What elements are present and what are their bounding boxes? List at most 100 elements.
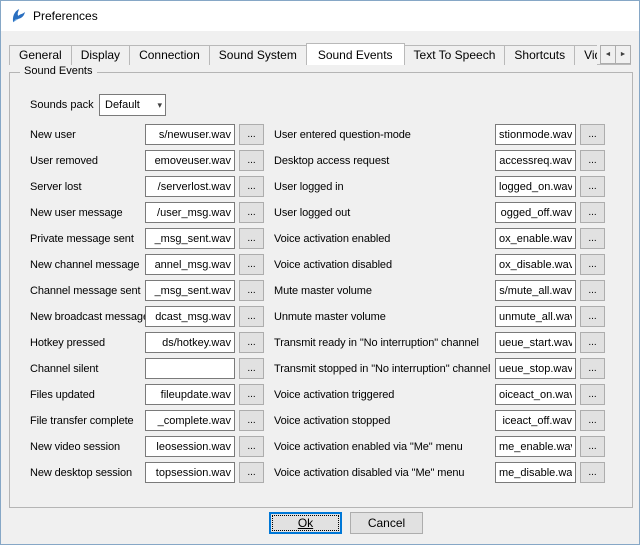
event-sound-input[interactable]	[495, 436, 576, 457]
event-sound-input[interactable]	[495, 150, 576, 171]
browse-button[interactable]: ...	[239, 176, 264, 197]
browse-button[interactable]: ...	[239, 202, 264, 223]
event-sound-input[interactable]	[495, 306, 576, 327]
browse-button[interactable]: ...	[580, 176, 605, 197]
event-sound-input[interactable]	[145, 358, 235, 379]
event-sound-input[interactable]	[495, 384, 576, 405]
tab-general[interactable]: General	[9, 45, 72, 65]
event-sound-input[interactable]	[145, 384, 235, 405]
tab-scroll-right-button[interactable]: ►	[615, 45, 631, 64]
event-row: Voice activation enabled...	[274, 228, 605, 249]
event-sound-input[interactable]	[495, 332, 576, 353]
browse-button[interactable]: ...	[580, 436, 605, 457]
browse-button[interactable]: ...	[239, 436, 264, 457]
event-label: New video session	[30, 441, 145, 453]
browse-button[interactable]: ...	[239, 332, 264, 353]
browse-button[interactable]: ...	[580, 306, 605, 327]
event-sound-input[interactable]	[145, 436, 235, 457]
tab-display[interactable]: Display	[71, 45, 130, 65]
browse-button[interactable]: ...	[580, 358, 605, 379]
event-label: Files updated	[30, 389, 145, 401]
tab-sound-system[interactable]: Sound System	[209, 45, 307, 65]
browse-button[interactable]: ...	[239, 124, 264, 145]
event-label: User removed	[30, 155, 145, 167]
event-sound-input[interactable]	[145, 150, 235, 171]
browse-button[interactable]: ...	[580, 254, 605, 275]
event-row: New video session...	[30, 436, 264, 457]
tab-scroll-left-button[interactable]: ◄	[600, 45, 616, 64]
event-sound-input[interactable]	[495, 280, 576, 301]
group-title: Sound Events	[20, 65, 97, 77]
browse-button[interactable]: ...	[239, 410, 264, 431]
event-label: User logged out	[274, 207, 495, 219]
event-sound-input[interactable]	[495, 202, 576, 223]
sounds-pack-select[interactable]: Default ▾	[99, 94, 166, 116]
event-sound-input[interactable]	[495, 462, 576, 483]
browse-button[interactable]: ...	[580, 332, 605, 353]
event-label: New broadcast message	[30, 311, 145, 323]
event-label: Server lost	[30, 181, 145, 193]
event-row: New user...	[30, 124, 264, 145]
event-sound-input[interactable]	[145, 280, 235, 301]
browse-button[interactable]: ...	[580, 384, 605, 405]
browse-button[interactable]: ...	[580, 410, 605, 431]
event-sound-input[interactable]	[495, 124, 576, 145]
event-row: Transmit stopped in "No interruption" ch…	[274, 358, 605, 379]
sounds-pack-label: Sounds pack	[30, 99, 99, 111]
event-sound-input[interactable]	[145, 462, 235, 483]
event-row: User removed...	[30, 150, 264, 171]
browse-button[interactable]: ...	[239, 280, 264, 301]
event-label: New channel message	[30, 259, 145, 271]
event-sound-input[interactable]	[145, 332, 235, 353]
tab-video[interactable]: Video	[574, 45, 597, 65]
event-sound-input[interactable]	[145, 254, 235, 275]
event-row: Private message sent...	[30, 228, 264, 249]
browse-button[interactable]: ...	[239, 384, 264, 405]
events-column-right: User entered question-mode...Desktop acc…	[274, 124, 605, 488]
event-sound-input[interactable]	[145, 306, 235, 327]
sounds-pack-row: Sounds pack Default ▾	[30, 94, 166, 116]
event-label: Hotkey pressed	[30, 337, 145, 349]
event-label: Desktop access request	[274, 155, 495, 167]
browse-button[interactable]: ...	[239, 150, 264, 171]
event-sound-input[interactable]	[495, 176, 576, 197]
browse-button[interactable]: ...	[239, 254, 264, 275]
browse-button[interactable]: ...	[580, 150, 605, 171]
tab-sound-events[interactable]: Sound Events	[306, 43, 405, 65]
event-label: Channel silent	[30, 363, 145, 375]
event-sound-input[interactable]	[145, 228, 235, 249]
tab-connection[interactable]: Connection	[129, 45, 210, 65]
event-row: New user message...	[30, 202, 264, 223]
browse-button[interactable]: ...	[239, 228, 264, 249]
event-row: Server lost...	[30, 176, 264, 197]
tab-bar: GeneralDisplayConnectionSound SystemSoun…	[9, 43, 631, 65]
event-sound-input[interactable]	[495, 254, 576, 275]
app-icon	[10, 8, 26, 24]
event-sound-input[interactable]	[495, 228, 576, 249]
browse-button[interactable]: ...	[239, 358, 264, 379]
event-label: Voice activation enabled	[274, 233, 495, 245]
browse-button[interactable]: ...	[239, 306, 264, 327]
event-sound-input[interactable]	[145, 176, 235, 197]
event-sound-input[interactable]	[495, 410, 576, 431]
browse-button[interactable]: ...	[580, 462, 605, 483]
event-row: New broadcast message...	[30, 306, 264, 327]
event-sound-input[interactable]	[145, 124, 235, 145]
browse-button[interactable]: ...	[580, 228, 605, 249]
event-row: Transmit ready in "No interruption" chan…	[274, 332, 605, 353]
browse-button[interactable]: ...	[580, 280, 605, 301]
ok-button[interactable]: Ok	[269, 512, 342, 534]
event-row: Voice activation enabled via "Me" menu..…	[274, 436, 605, 457]
browse-button[interactable]: ...	[239, 462, 264, 483]
event-row: Mute master volume...	[274, 280, 605, 301]
event-label: Mute master volume	[274, 285, 495, 297]
tab-shortcuts[interactable]: Shortcuts	[504, 45, 575, 65]
event-sound-input[interactable]	[145, 410, 235, 431]
tab-text-to-speech[interactable]: Text To Speech	[404, 45, 506, 65]
browse-button[interactable]: ...	[580, 202, 605, 223]
cancel-button[interactable]: Cancel	[350, 512, 423, 534]
event-sound-input[interactable]	[145, 202, 235, 223]
titlebar: Preferences	[1, 1, 639, 31]
browse-button[interactable]: ...	[580, 124, 605, 145]
event-sound-input[interactable]	[495, 358, 576, 379]
